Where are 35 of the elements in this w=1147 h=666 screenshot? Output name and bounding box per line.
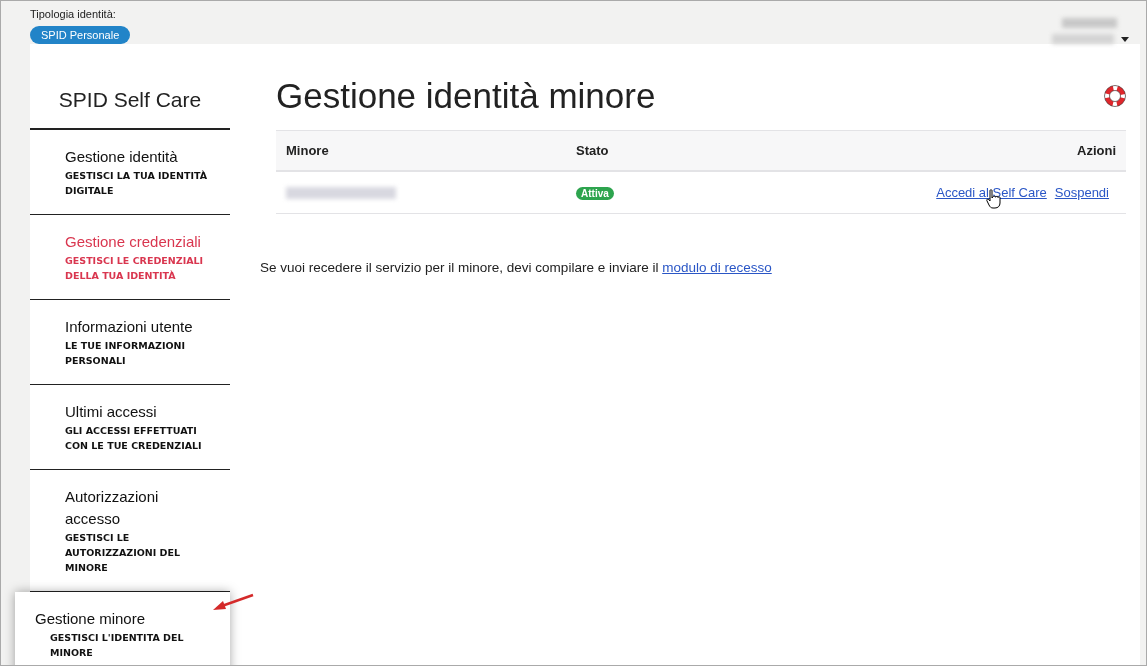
identity-type-label: Tipologia identità: xyxy=(30,7,116,22)
column-header: Minore xyxy=(286,141,330,160)
annotation-arrow xyxy=(211,593,255,613)
status-badge: Attiva xyxy=(576,186,614,200)
action-link[interactable]: Accedi al Self Care xyxy=(936,182,1047,203)
sidebar-title: SPID Self Care xyxy=(30,84,230,130)
sidebar-item-title: Gestione credenziali xyxy=(65,231,202,252)
sidebar-item-title: Gestione minore xyxy=(35,608,147,629)
column-header: Stato xyxy=(576,141,610,160)
caret-icon xyxy=(1121,37,1129,42)
withdrawal-note: Se vuoi recedere il servizio per il minore, devi compilare e inviare il modulo di recesso xyxy=(260,259,773,277)
sidebar-item-subtitle: GESTISCI LE AUTORIZZAZIONI DEL MINORE xyxy=(65,530,182,575)
sidebar-item-title: Ultimi accessi xyxy=(65,401,158,422)
sidebar-item-subtitle: GESTISCI LA TUA IDENTITÀ DIGITALE xyxy=(65,168,209,198)
sidebar-item-title: Informazioni utente xyxy=(65,316,194,337)
sidebar-item[interactable]: Informazioni utente LE TUE INFORMAZIONI PERSONALI xyxy=(30,299,230,385)
sidebar-item[interactable]: Ultimi accessi GLI ACCESSI EFFETTUATI CON LE TUE CREDENZIALI xyxy=(30,384,230,470)
redacted-surname xyxy=(1052,34,1114,44)
withdrawal-form-link[interactable]: modulo di recesso xyxy=(662,260,772,275)
sidebar-item-subtitle: GLI ACCESSI EFFETTUATI CON LE TUE CREDENZIALI xyxy=(65,423,203,453)
sidebar-item[interactable]: Gestione minore GESTISCI L'IDENTITA DEL MINORE xyxy=(15,591,230,665)
sidebar-item[interactable]: Gestione credenziali GESTISCI LE CREDENZIALI DELLA TUA IDENTITÀ xyxy=(30,214,230,300)
sidebar-item-subtitle: GESTISCI LE CREDENZIALI DELLA TUA IDENTITÀ xyxy=(65,253,205,283)
redacted-name xyxy=(1062,18,1117,28)
page-title: Gestione identità minore xyxy=(276,75,656,117)
action-link[interactable]: Sospendi xyxy=(1054,182,1109,203)
sidebar-item-subtitle: LE TUE INFORMAZIONI PERSONALI xyxy=(65,338,186,368)
lifebuoy-icon[interactable] xyxy=(1104,85,1126,107)
sidebar-item[interactable]: Gestione identità GESTISCI LA TUA IDENTITÀ DIGITALE xyxy=(30,129,230,215)
identity-type-badge: SPID Personale xyxy=(30,25,131,44)
column-header: Azioni xyxy=(1077,141,1116,160)
sidebar-item-subtitle: GESTISCI L'IDENTITA DEL MINORE xyxy=(50,630,185,660)
sidebar-item[interactable]: Autorizzazioni accesso GESTISCI LE AUTORIZZAZIONI DEL MINORE xyxy=(30,469,230,592)
sidebar-item-title: Gestione identità xyxy=(65,146,179,167)
sidebar-item-title: Autorizzazioni accesso xyxy=(65,486,160,529)
